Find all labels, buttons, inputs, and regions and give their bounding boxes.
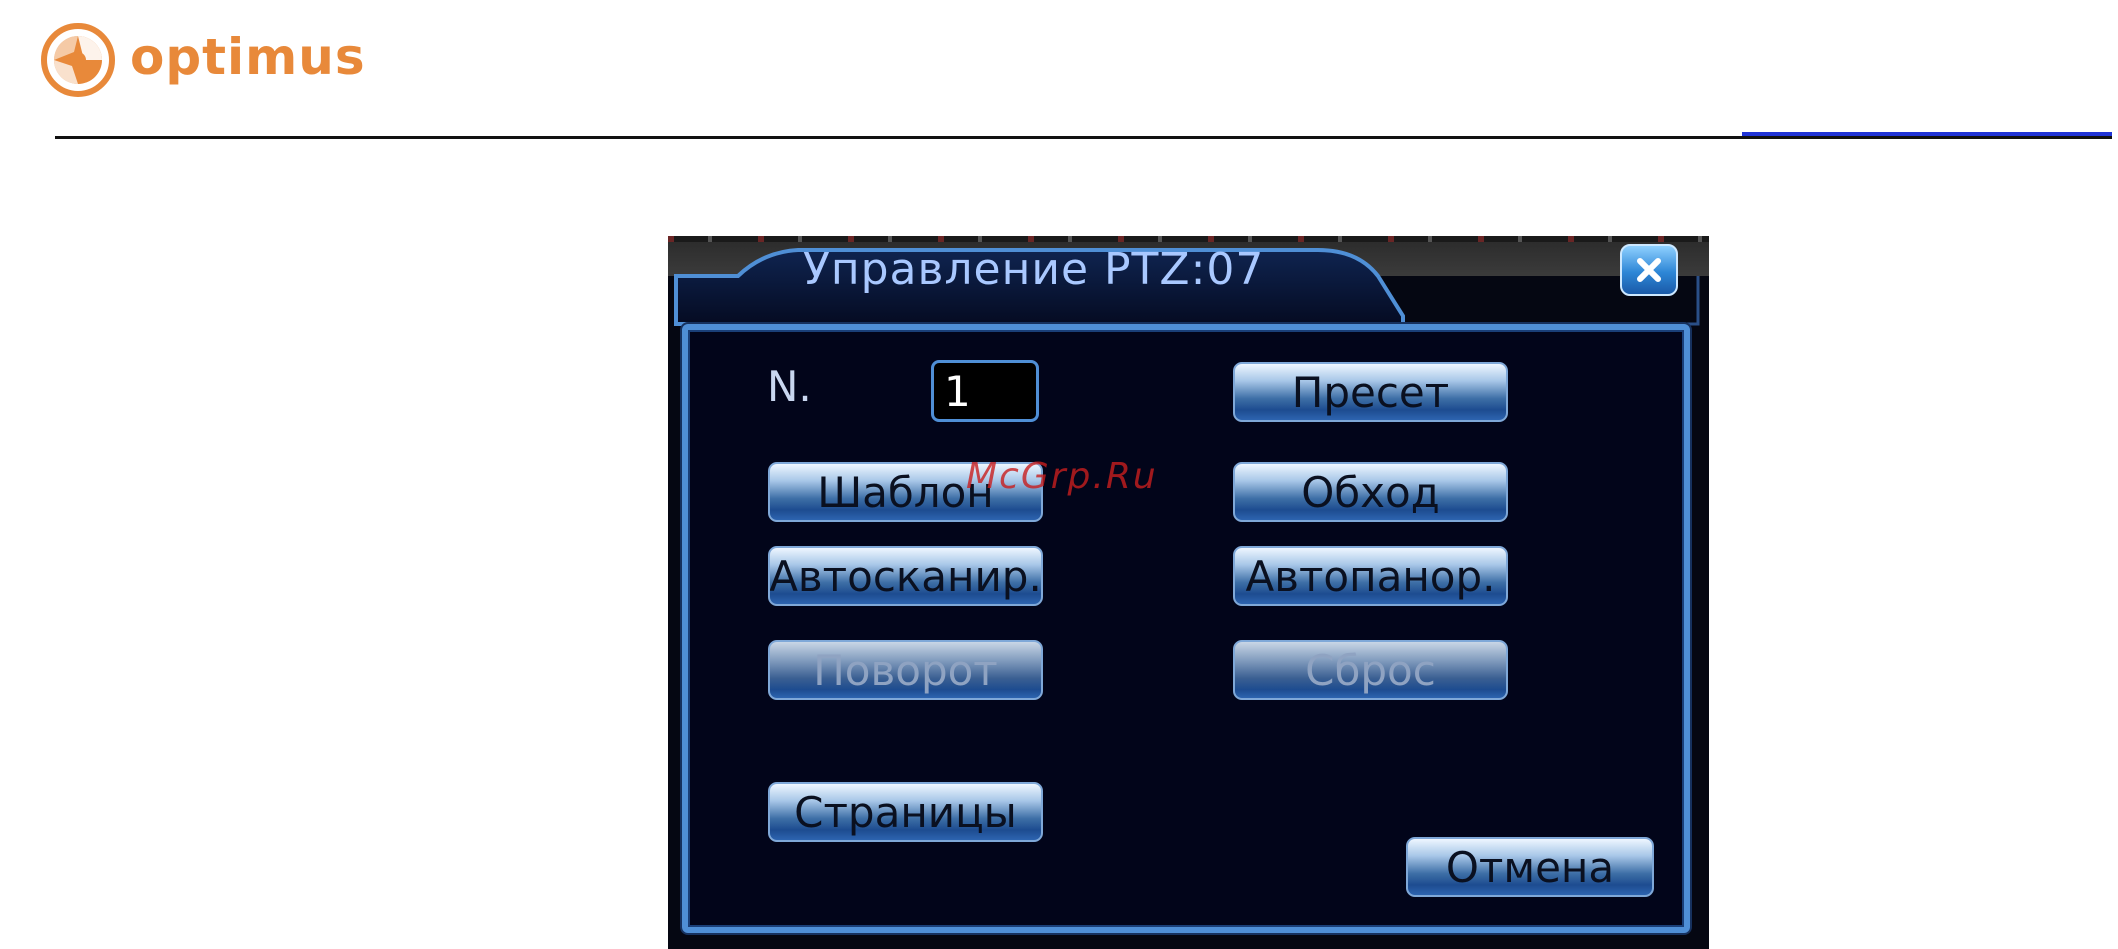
ptz-dialog: Управление PTZ:07 N. Пресет Шаблон Обход… bbox=[668, 236, 1709, 949]
cancel-button[interactable]: Отмена bbox=[1406, 837, 1654, 897]
pages-button[interactable]: Страницы bbox=[768, 782, 1043, 842]
dialog-title: Управление PTZ:07 bbox=[803, 244, 1265, 295]
page: optimus Управление PTZ:07 N. П bbox=[0, 0, 2118, 949]
brand: optimus bbox=[40, 22, 366, 98]
close-button[interactable] bbox=[1620, 244, 1678, 296]
close-icon bbox=[1637, 258, 1661, 282]
brand-name: optimus bbox=[130, 28, 366, 86]
watermark: McGrp.Ru bbox=[966, 456, 1158, 497]
number-input[interactable] bbox=[931, 360, 1039, 422]
header-divider bbox=[55, 136, 2112, 139]
header-accent-line bbox=[1742, 132, 2112, 136]
reset-button[interactable]: Сброс bbox=[1233, 640, 1508, 700]
tour-button[interactable]: Обход bbox=[1233, 462, 1508, 522]
preset-button[interactable]: Пресет bbox=[1233, 362, 1508, 422]
autopan-button[interactable]: Автопанор. bbox=[1233, 546, 1508, 606]
number-label: N. bbox=[767, 362, 812, 411]
aperture-icon bbox=[41, 23, 115, 97]
autoscan-button[interactable]: Автосканир. bbox=[768, 546, 1043, 606]
rotate-button[interactable]: Поворот bbox=[768, 640, 1043, 700]
